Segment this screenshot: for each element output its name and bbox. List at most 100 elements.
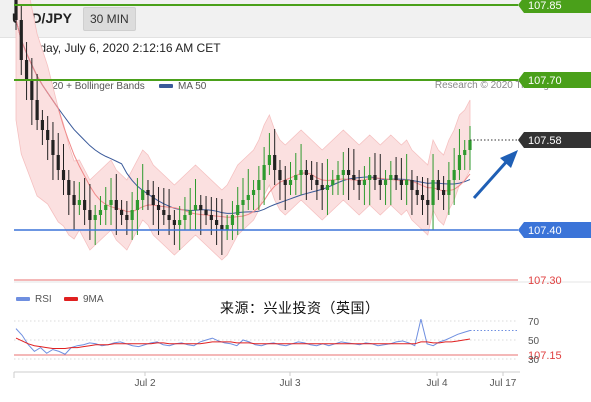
candle-body <box>67 180 71 195</box>
candle-body <box>405 180 409 185</box>
candle-body <box>294 175 298 180</box>
rsi-tick-label: 50 <box>528 336 540 347</box>
candle-body <box>46 130 50 140</box>
candle-body <box>83 200 87 210</box>
candle-body <box>193 205 198 210</box>
candle-body <box>204 210 208 215</box>
candle-body <box>183 215 187 220</box>
candle-body <box>77 200 81 205</box>
candle-body <box>399 180 403 185</box>
candle-body <box>35 100 39 120</box>
candle-body <box>51 140 55 155</box>
candle-body <box>426 200 430 205</box>
candle-body <box>251 190 256 195</box>
rsi-line <box>15 318 471 355</box>
candle-body <box>236 205 240 215</box>
x-tick-label: Jul 2 <box>134 378 156 389</box>
rsi-tick-label: 70 <box>528 317 540 328</box>
candle-body <box>167 215 171 220</box>
candle-body <box>257 180 261 190</box>
candle-body <box>104 205 108 210</box>
candle-body <box>420 195 425 200</box>
candle-body <box>394 175 398 180</box>
source-caption: 来源：兴业投资（英国） <box>220 300 380 316</box>
candle-body <box>241 200 245 205</box>
candle-body <box>373 175 377 180</box>
candle-body <box>278 170 282 180</box>
candle-body <box>283 180 287 185</box>
candle-body <box>352 175 356 180</box>
candle-body <box>431 180 435 205</box>
candle-body <box>40 120 44 130</box>
candle-body <box>135 200 140 210</box>
candle-body <box>383 180 388 185</box>
candle-body <box>30 80 34 100</box>
candle-body <box>442 190 446 195</box>
candle-body <box>315 180 319 185</box>
candle-body <box>362 180 367 185</box>
candle-body <box>457 155 462 170</box>
level-label: 107.30 <box>528 275 562 287</box>
target-arrow-shaft <box>472 158 510 200</box>
candle-body <box>331 180 335 185</box>
candle-body <box>346 170 351 175</box>
candle-body <box>130 210 134 220</box>
candle-body <box>463 150 467 155</box>
candle-body <box>172 220 176 225</box>
candle-body <box>24 60 29 80</box>
candle-body <box>447 180 451 195</box>
candle-body <box>436 180 440 190</box>
candle-body <box>325 185 330 190</box>
candle-body <box>341 170 345 175</box>
candle-body <box>415 190 419 195</box>
candle-body <box>61 170 66 180</box>
candle-body <box>19 20 23 60</box>
candle-body <box>98 210 103 215</box>
candle-body <box>146 190 150 195</box>
price-chart: 107.85107.70107.58107.40107.30107.157050… <box>13 0 591 389</box>
candle-body <box>389 175 393 180</box>
candle-body <box>304 170 308 175</box>
rsi-tick-label: 30 <box>528 355 540 366</box>
candle-body <box>410 180 414 190</box>
level-label: 107.58 <box>528 135 562 147</box>
candle-body <box>288 180 293 185</box>
candle-body <box>246 195 250 200</box>
candle-body <box>162 210 166 215</box>
candle-body <box>320 185 324 190</box>
candle-body <box>468 140 472 150</box>
candle-body <box>215 220 219 225</box>
candle-body <box>151 195 155 205</box>
candle-body <box>114 200 118 210</box>
candle-body <box>209 215 213 220</box>
candle-body <box>141 190 145 200</box>
candle-body <box>56 155 60 170</box>
candle-body <box>230 215 235 225</box>
candle-body <box>119 210 124 215</box>
candle-body <box>357 180 361 185</box>
candle-body <box>368 175 372 180</box>
candle-body <box>109 200 113 205</box>
candle-body <box>310 175 314 180</box>
candle-body <box>199 205 203 210</box>
x-tick-label: Jul 3 <box>279 378 301 389</box>
candle-body <box>156 205 161 210</box>
candle-body <box>262 165 266 180</box>
candle-body <box>273 155 277 170</box>
candle-body <box>378 180 382 185</box>
candle-body <box>14 0 18 20</box>
level-label: 107.85 <box>528 0 562 12</box>
x-tick-label: Jul 4 <box>426 378 448 389</box>
candle-body <box>299 170 303 175</box>
candle-body <box>188 210 192 215</box>
level-label: 107.70 <box>528 75 562 87</box>
candle-body <box>125 215 129 220</box>
x-tick-label: Jul 17 <box>490 378 517 389</box>
candle-body <box>267 155 271 165</box>
candle-body <box>88 210 92 220</box>
candle-body <box>336 175 340 180</box>
candle-body <box>452 170 456 180</box>
candle-body <box>72 195 76 205</box>
level-label: 107.40 <box>528 225 562 237</box>
candle-body <box>93 215 97 220</box>
